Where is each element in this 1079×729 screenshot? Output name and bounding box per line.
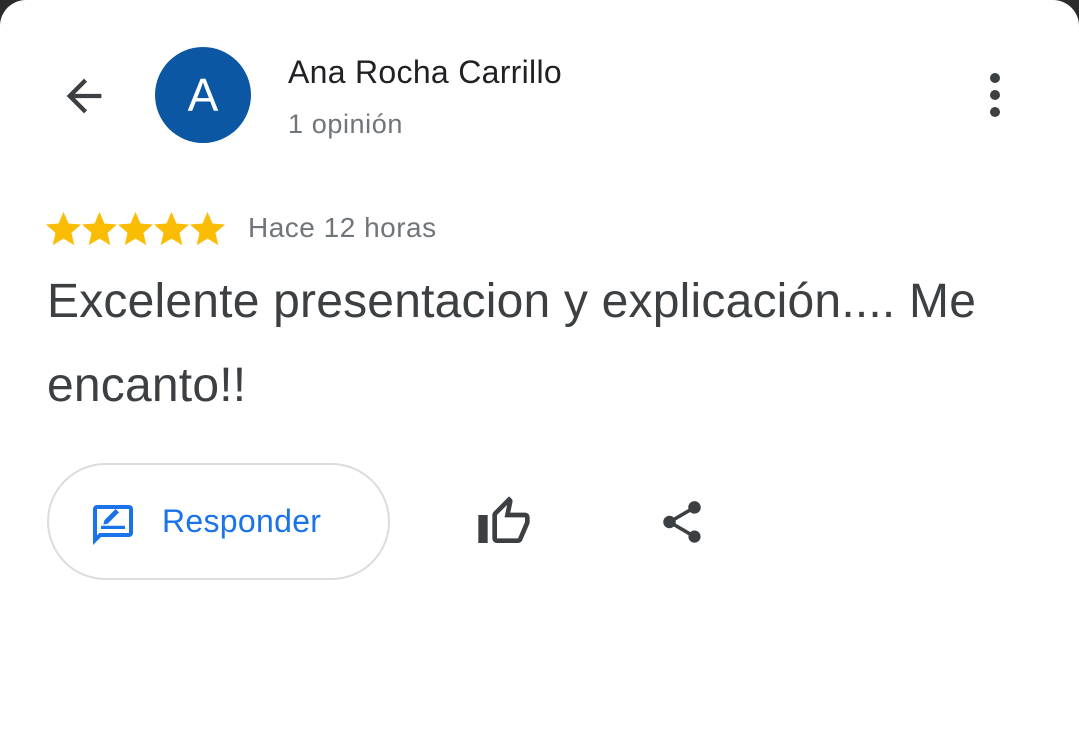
more-vert-icon	[990, 73, 1000, 117]
star-icon	[118, 211, 153, 246]
reply-label: Responder	[162, 503, 322, 539]
star-icon	[154, 211, 189, 246]
thumb-up-icon	[478, 496, 530, 543]
reply-feedback-icon	[93, 505, 133, 545]
star-rating	[46, 211, 225, 247]
review-text: Excelente presentacion y explicación....…	[47, 275, 977, 412]
share-button[interactable]	[642, 482, 722, 562]
back-button[interactable]	[46, 58, 122, 134]
star-icon	[82, 211, 117, 246]
avatar-letter: A	[187, 69, 219, 121]
reply-button[interactable]: Responder	[47, 463, 390, 580]
review-count: 1 opinión	[288, 109, 403, 139]
arrow-back-icon	[66, 78, 102, 114]
like-button[interactable]	[464, 482, 544, 562]
star-icon	[190, 211, 225, 246]
review-card: A Ana Rocha Carrillo 1 opinión Hace 12 h…	[0, 0, 1079, 729]
share-icon	[663, 501, 701, 543]
author-name[interactable]: Ana Rocha Carrillo	[288, 54, 562, 91]
review-time: Hace 12 horas	[248, 212, 437, 243]
more-options-button[interactable]	[960, 60, 1030, 130]
avatar[interactable]: A	[155, 47, 251, 143]
star-icon	[46, 211, 81, 246]
